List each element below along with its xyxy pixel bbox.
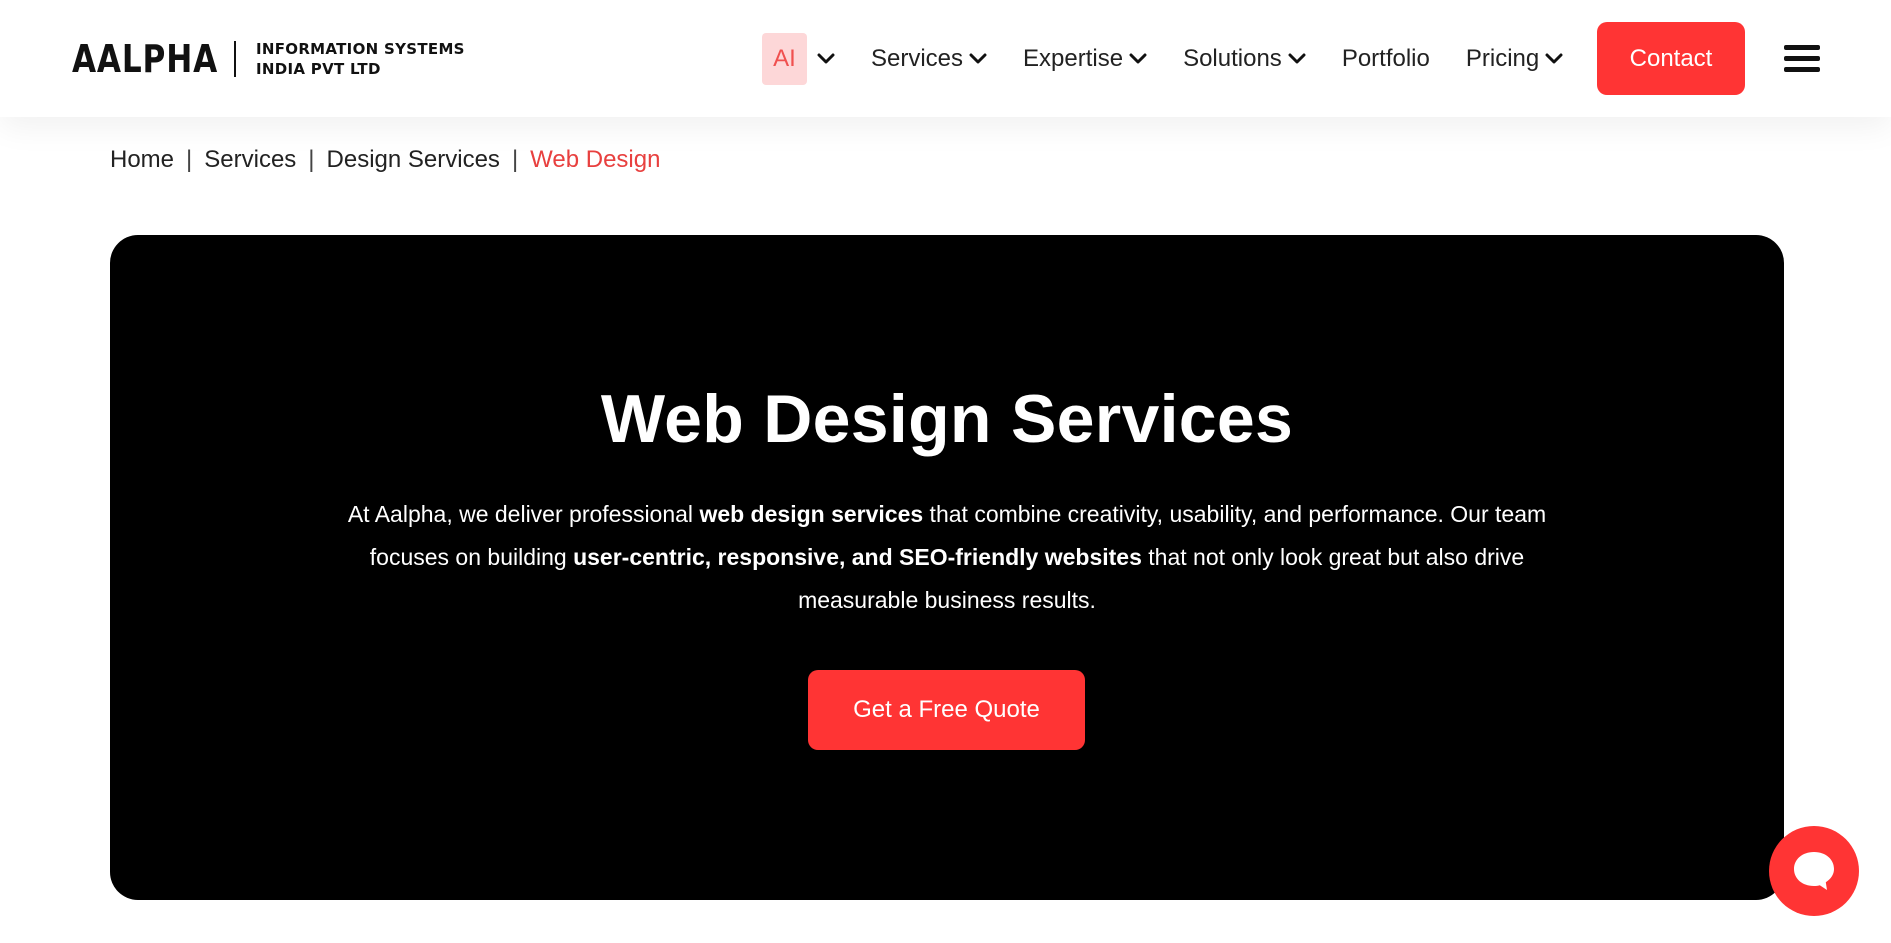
nav-item-expertise[interactable]: Expertise (1023, 45, 1147, 73)
hero-banner: Web Design Services At Aalpha, we delive… (110, 235, 1784, 900)
breadcrumb-separator: | (308, 146, 315, 173)
logo-tagline-line2: INDIA PVT LTD (256, 60, 381, 78)
breadcrumb-home[interactable]: Home (110, 146, 174, 174)
hero-desc-bold: web design services (699, 501, 924, 527)
breadcrumb: Home | Services | Design Services | Web … (110, 146, 660, 174)
chat-widget-button[interactable] (1769, 826, 1859, 916)
chat-bubble-icon (1794, 852, 1834, 890)
hero-desc-bold: user-centric, responsive, and SEO-friend… (573, 544, 1142, 570)
nav-item-label: Expertise (1023, 45, 1124, 72)
company-logo[interactable]: AALPHA INFORMATION SYSTEMS INDIA PVT LTD (72, 36, 465, 82)
hamburger-line (1784, 67, 1820, 72)
page-title: Web Design Services (600, 381, 1294, 457)
breadcrumb-separator: | (511, 146, 519, 173)
breadcrumb-design-services[interactable]: Design Services (327, 146, 500, 174)
nav-item-solutions[interactable]: Solutions (1183, 45, 1306, 73)
nav-item-label: Portfolio (1341, 45, 1430, 72)
logo-divider (234, 41, 236, 77)
logo-tagline-line1: INFORMATION SYSTEMS (256, 40, 465, 58)
nav-item-services[interactable]: Services (871, 45, 987, 73)
chevron-down-icon (1129, 53, 1147, 64)
nav-item-portfolio[interactable]: Portfolio (1342, 45, 1430, 73)
hamburger-line (1784, 45, 1820, 50)
nav-item-label: Pricing (1465, 45, 1540, 72)
chevron-down-icon (1288, 53, 1306, 64)
logo-tagline: INFORMATION SYSTEMS INDIA PVT LTD (256, 39, 465, 79)
nav-item-ai[interactable]: AI (762, 33, 835, 85)
contact-button[interactable]: Contact (1597, 22, 1745, 95)
main-nav: AI Services Expertise Solutions Portfoli… (762, 22, 1599, 96)
breadcrumb-services[interactable]: Services (204, 146, 296, 174)
breadcrumb-separator: | (186, 146, 193, 173)
chevron-down-icon (969, 53, 987, 64)
nav-item-label: Services (871, 45, 964, 72)
nav-item-label: Solutions (1183, 45, 1282, 72)
hero-description: At Aalpha, we deliver professional web d… (340, 493, 1554, 622)
logo-wordmark: AALPHA (72, 37, 219, 81)
ai-badge: AI (762, 33, 807, 85)
get-free-quote-button[interactable]: Get a Free Quote (808, 670, 1085, 750)
hamburger-line (1784, 56, 1820, 61)
hamburger-menu-icon[interactable] (1784, 45, 1820, 73)
nav-item-pricing[interactable]: Pricing (1466, 45, 1563, 73)
hero-desc-text: At Aalpha, we deliver professional (347, 501, 700, 527)
chevron-down-icon (817, 53, 835, 64)
chevron-down-icon (1545, 53, 1563, 64)
breadcrumb-current: Web Design (530, 146, 661, 173)
site-header: AALPHA INFORMATION SYSTEMS INDIA PVT LTD… (0, 0, 1891, 117)
